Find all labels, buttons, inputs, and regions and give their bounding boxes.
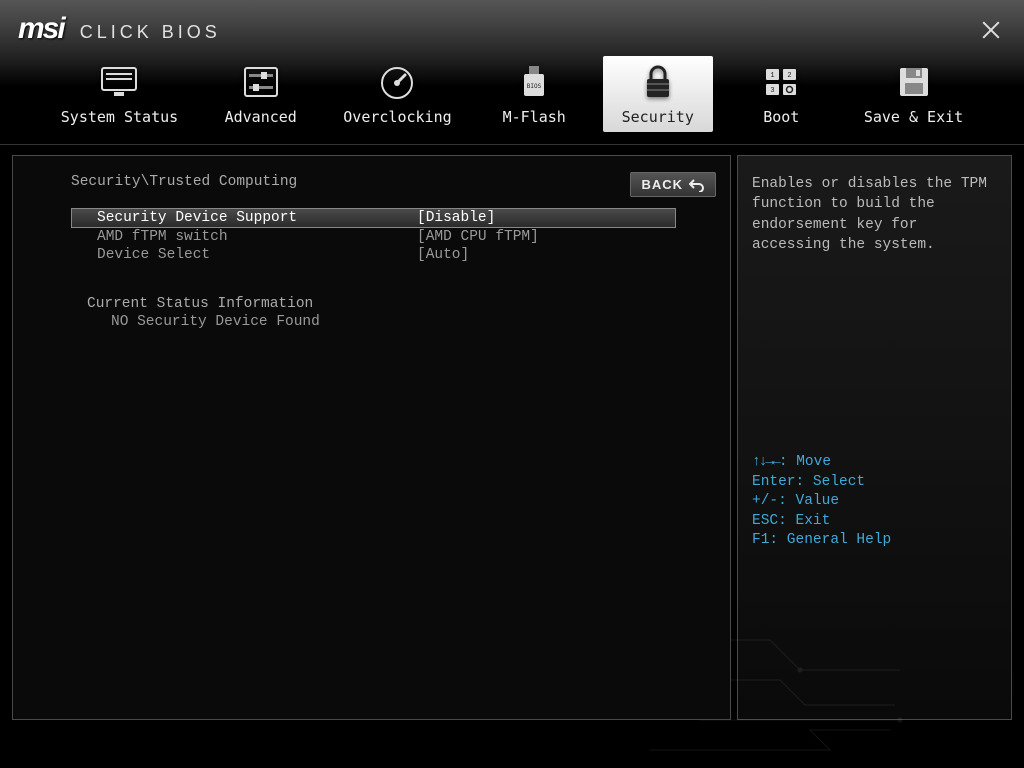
lock-icon [638,64,678,100]
svg-text:3: 3 [771,87,775,95]
tab-system-status[interactable]: System Status [47,56,192,132]
setting-label: AMD fTPM switch [97,229,417,245]
brand-logo: msi [18,12,64,46]
tab-label: Boot [763,108,799,126]
setting-value: [Disable] [417,210,495,226]
key-hints: ↑↓→←: Move Enter: Select +/-: Value ESC:… [752,453,997,551]
setting-label: Device Select [97,247,417,263]
tab-label: Overclocking [343,108,451,126]
nav-tabs: System Status Advanced Overclocking BIOS… [0,56,1024,144]
setting-security-device-support[interactable]: Security Device Support [Disable] [71,208,676,228]
setting-amd-ftpm-switch[interactable]: AMD fTPM switch [AMD CPU fTPM] [71,228,716,246]
setting-label: Security Device Support [97,210,417,226]
tab-label: Advanced [225,108,297,126]
monitor-icon [99,64,139,100]
tab-overclocking[interactable]: Overclocking [329,56,465,132]
gauge-icon [377,64,417,100]
tab-boot[interactable]: 1 2 3 Boot [726,56,836,132]
bios-title: CLICK BIOS [80,22,221,43]
hint-value: +/-: Value [752,492,997,512]
status-heading: Current Status Information [87,296,716,312]
status-text: NO Security Device Found [111,314,716,330]
tab-mflash[interactable]: BIOS M-Flash [479,56,589,132]
svg-text:1: 1 [771,72,775,80]
tab-label: System Status [61,108,178,126]
setting-value: [AMD CPU fTPM] [417,229,539,245]
arrows-icon: ↑↓→← [752,454,779,470]
breadcrumb: Security\Trusted Computing [71,174,716,190]
hint-f1: F1: General Help [752,531,997,551]
tab-advanced[interactable]: Advanced [206,56,316,132]
boot-icon: 1 2 3 [761,64,801,100]
undo-icon [689,178,705,192]
main-panel: Security\Trusted Computing BACK Security… [12,155,731,720]
help-panel: Enables or disables the TPM function to … [737,155,1012,720]
back-button[interactable]: BACK [630,172,716,197]
setting-value: [Auto] [417,247,469,263]
hint-esc: ESC: Exit [752,512,997,532]
back-label: BACK [641,177,683,192]
hint-move: : Move [779,454,831,470]
header: msi CLICK BIOS System Status Advanced Ov… [0,0,1024,145]
tab-label: Save & Exit [864,108,963,126]
tab-label: M-Flash [503,108,566,126]
hint-enter: Enter: Select [752,473,997,493]
setting-device-select[interactable]: Device Select [Auto] [71,246,716,264]
tab-security[interactable]: Security [603,56,713,132]
tab-save-exit[interactable]: Save & Exit [850,56,977,132]
floppy-icon [894,64,934,100]
tab-label: Security [622,108,694,126]
sliders-icon [241,64,281,100]
usb-icon: BIOS [514,64,554,100]
logo: msi CLICK BIOS [18,12,221,46]
help-text: Enables or disables the TPM function to … [752,174,997,453]
close-button[interactable] [980,18,1002,40]
svg-text:BIOS: BIOS [527,83,542,90]
svg-text:2: 2 [788,72,792,80]
